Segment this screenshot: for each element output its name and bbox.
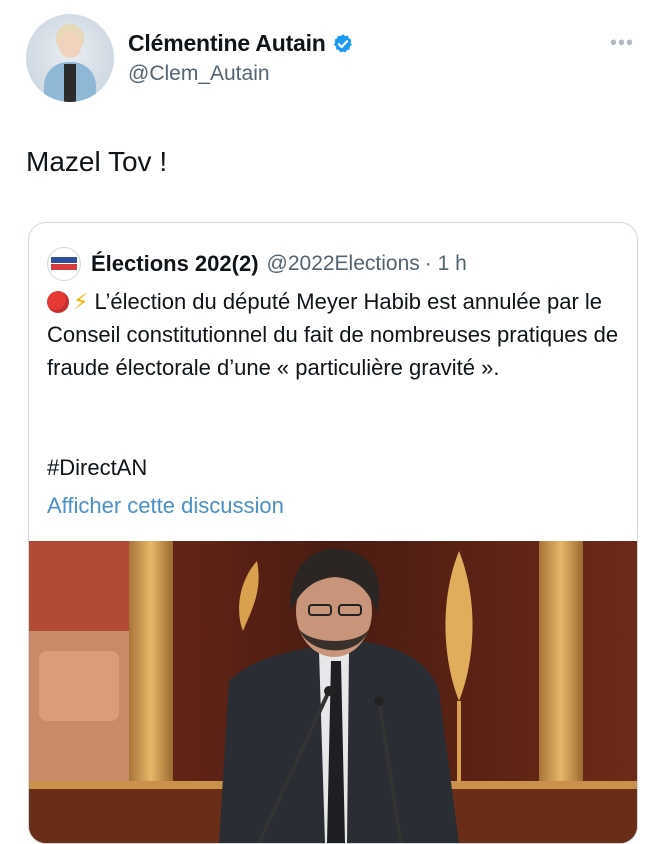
quoted-tweet-card[interactable]: Élections 202(2) @2022Elections · 1 h ⚡ L… <box>28 222 638 844</box>
lightning-icon: ⚡ <box>73 289 89 314</box>
tweet-text: Mazel Tov ! <box>26 146 168 177</box>
verified-badge-icon <box>333 33 352 52</box>
quoted-author-name[interactable]: Élections 202(2) <box>91 251 259 277</box>
ellipsis-icon[interactable]: ••• <box>610 32 634 55</box>
hashtag-link[interactable]: #DirectAN <box>47 455 147 481</box>
quoted-author-avatar[interactable] <box>47 247 81 281</box>
media-photo <box>29 541 637 843</box>
quoted-author-handle[interactable]: @2022Elections <box>267 252 420 276</box>
author-display-name[interactable]: Clémentine Autain <box>128 30 326 57</box>
quoted-tweet-time: · 1 h <box>424 252 467 275</box>
show-thread-link[interactable]: Afficher cette discussion <box>47 493 284 519</box>
author-handle[interactable]: @Clem_Autain <box>128 62 270 86</box>
tweet-header: Clémentine Autain @Clem_Autain ••• <box>26 14 644 104</box>
quoted-tweet-media[interactable] <box>29 541 637 843</box>
author-avatar[interactable] <box>26 14 114 102</box>
author-name-row[interactable]: Clémentine Autain <box>128 30 354 57</box>
quoted-tweet-body: ⚡ L’élection du député Meyer Habib est an… <box>47 285 622 384</box>
red-circle-icon <box>47 291 69 313</box>
quoted-tweet-header: Élections 202(2) @2022Elections · 1 h <box>47 247 467 281</box>
quoted-tweet-text: L’élection du député Meyer Habib est ann… <box>47 289 619 380</box>
